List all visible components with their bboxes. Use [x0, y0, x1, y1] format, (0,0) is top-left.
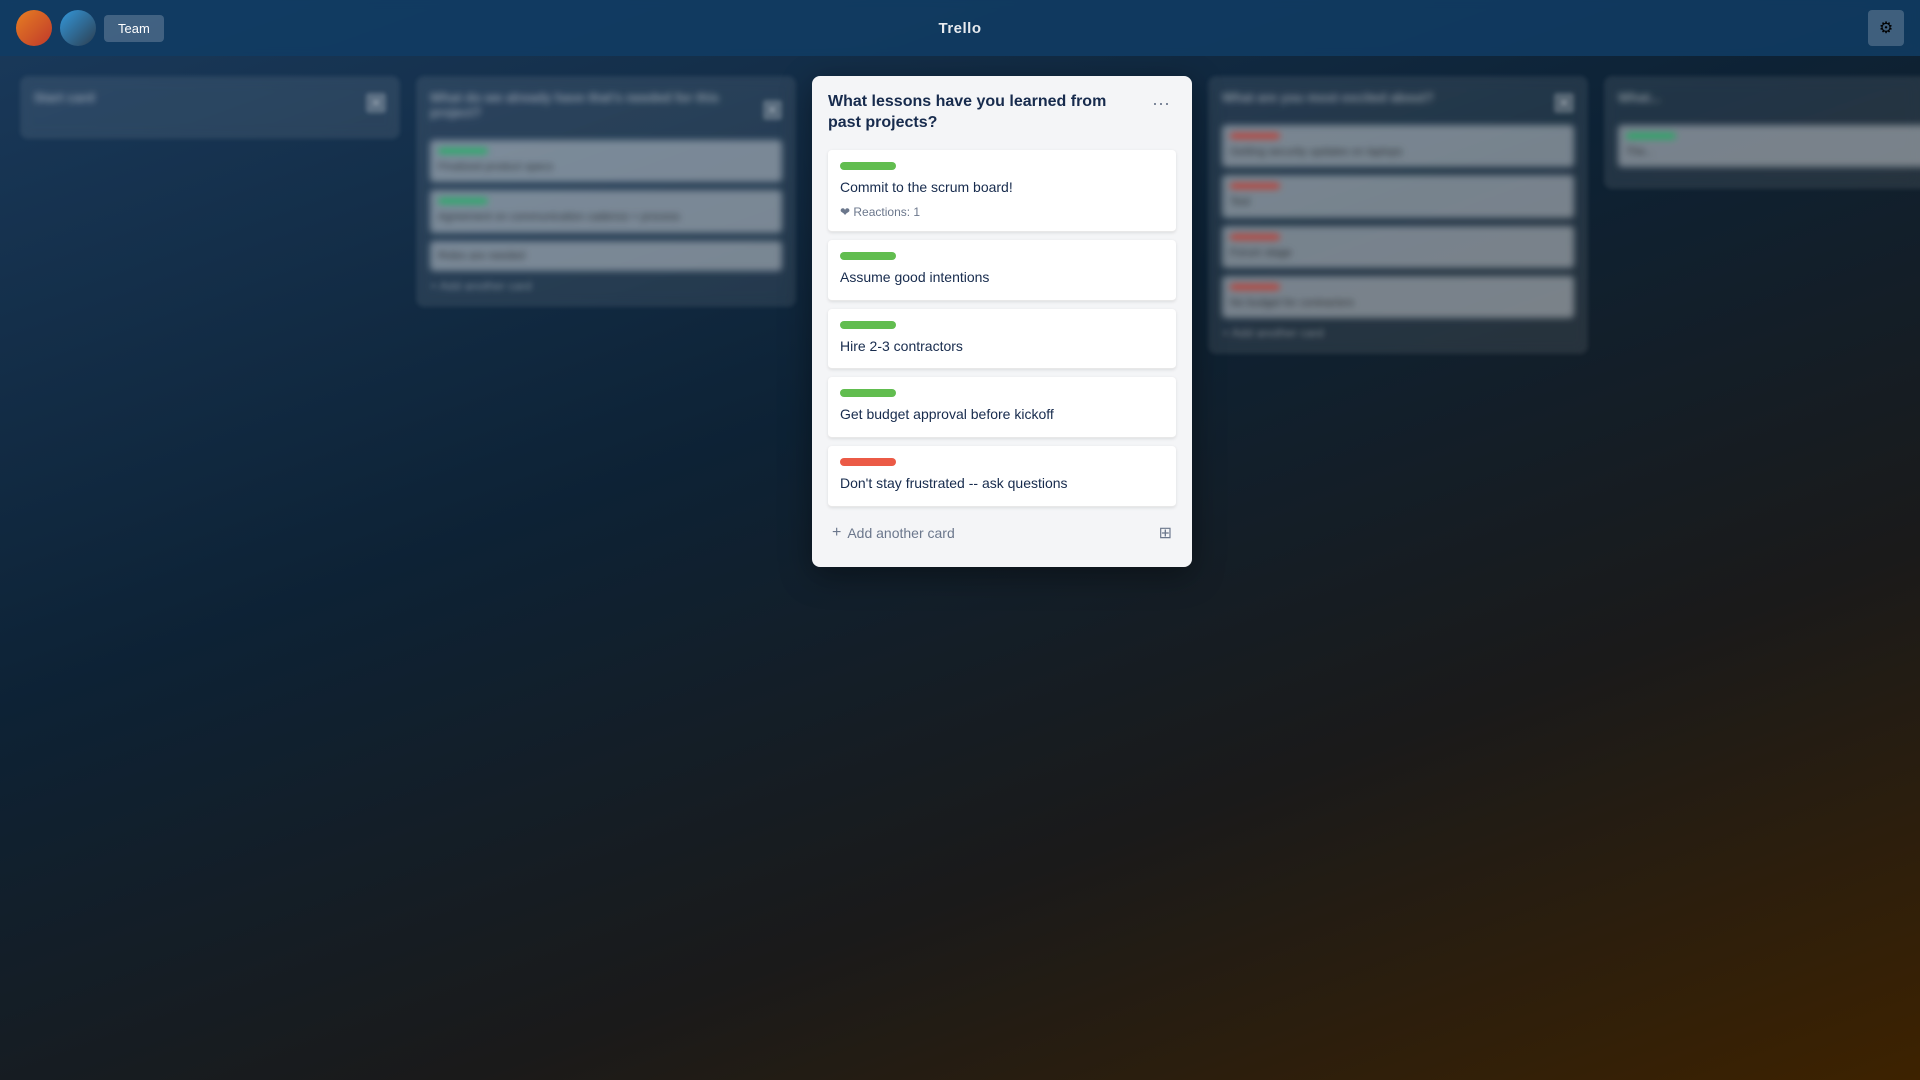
list-item: No budget for contractors: [1222, 276, 1574, 318]
right-card-4-label: [1230, 284, 1280, 290]
left-col-header: What do we already have that's needed fo…: [430, 90, 782, 130]
far-left-col-title: Start card: [34, 90, 95, 105]
left-card-2-label: [438, 198, 488, 204]
right-card-3-text: Forum stage: [1230, 246, 1566, 260]
far-right-col-header: What... ✕: [1618, 90, 1920, 115]
left-add-card: + Add another card: [430, 279, 782, 293]
right-add-card: + Add another card: [1222, 326, 1574, 340]
right-column: What are you most excited about? ✕ Getti…: [1208, 76, 1588, 354]
settings-icon: ⚙: [1879, 18, 1893, 38]
card-3-label-bar: [840, 321, 896, 329]
card-assume[interactable]: Assume good intentions: [828, 240, 1176, 301]
list-item: The...: [1618, 125, 1920, 167]
card-5-label-bar: [840, 458, 896, 466]
list-item: Forum stage: [1222, 226, 1574, 268]
left-card-3-text: Roles are needed: [438, 249, 774, 263]
card-commit[interactable]: Commit to the scrum board! ❤ Reactions: …: [828, 150, 1176, 233]
template-icon: ⊞: [1159, 523, 1172, 543]
far-left-col-header: Start card ✕: [34, 90, 386, 115]
right-col-header: What are you most excited about? ✕: [1222, 90, 1574, 115]
far-right-col-title: What...: [1618, 90, 1661, 105]
card-1-label-bar: [840, 162, 896, 170]
topbar: Team Trello ⚙: [0, 0, 1920, 56]
column-menu-button[interactable]: ···: [1146, 92, 1176, 114]
add-card-footer[interactable]: + Add another card ⊞: [828, 515, 1176, 551]
left-col-title: What do we already have that's needed fo…: [430, 90, 763, 120]
card-5-text: Don't stay frustrated -- ask questions: [840, 474, 1164, 494]
add-card-left: + Add another card: [832, 524, 955, 542]
board-area: Start card ✕ What do we already have tha…: [0, 56, 1920, 1080]
list-item: Getting security updates on laptops: [1222, 125, 1574, 167]
avatar-1: [16, 10, 52, 46]
list-item: Finalized product specs: [430, 140, 782, 182]
right-card-3-label: [1230, 234, 1280, 240]
left-column: What do we already have that's needed fo…: [416, 76, 796, 307]
settings-button[interactable]: ⚙: [1868, 10, 1904, 46]
far-left-column: Start card ✕: [20, 76, 400, 139]
card-1-reactions: ❤ Reactions: 1: [840, 205, 1164, 219]
left-card-2-text: Agreement on communication cadence + pro…: [438, 210, 774, 224]
far-right-card-1-text: The...: [1626, 145, 1920, 159]
card-2-label-bar: [840, 252, 896, 260]
left-card-1-text: Finalized product specs: [438, 160, 774, 174]
topbar-left: Team: [16, 10, 164, 46]
column-title: What lessons have you learned from past …: [828, 92, 1146, 134]
right-card-4-text: No budget for contractors: [1230, 296, 1566, 310]
main-column: What lessons have you learned from past …: [812, 76, 1192, 567]
topbar-right: ⚙: [1868, 10, 1904, 46]
team-button[interactable]: Team: [104, 15, 164, 42]
column-header: What lessons have you learned from past …: [828, 92, 1176, 134]
list-item: Roles are needed: [430, 241, 782, 271]
card-4-text: Get budget approval before kickoff: [840, 405, 1164, 425]
avatar-2: [60, 10, 96, 46]
far-right-card-1-label: [1626, 133, 1676, 139]
app-title: Trello: [938, 20, 981, 37]
add-icon: +: [832, 524, 841, 542]
left-card-1-label: [438, 148, 488, 154]
right-card-1-text: Getting security updates on laptops: [1230, 145, 1566, 159]
right-card-1-label: [1230, 133, 1280, 139]
card-4-label-bar: [840, 389, 896, 397]
card-2-text: Assume good intentions: [840, 268, 1164, 288]
far-left-close-icon: ✕: [366, 93, 386, 113]
card-1-text: Commit to the scrum board!: [840, 178, 1164, 198]
right-card-2-text: Test: [1230, 195, 1566, 209]
card-hire[interactable]: Hire 2-3 contractors: [828, 309, 1176, 370]
card-3-text: Hire 2-3 contractors: [840, 337, 1164, 357]
add-card-label: Add another card: [847, 525, 954, 541]
list-item: Agreement on communication cadence + pro…: [430, 190, 782, 232]
list-item: Test: [1222, 175, 1574, 217]
card-budget[interactable]: Get budget approval before kickoff: [828, 377, 1176, 438]
right-col-title: What are you most excited about?: [1222, 90, 1434, 105]
left-close-icon: ✕: [763, 100, 782, 120]
far-right-column: What... ✕ The...: [1604, 76, 1920, 189]
right-close-icon: ✕: [1554, 93, 1574, 113]
right-card-2-label: [1230, 183, 1280, 189]
card-frustrated[interactable]: Don't stay frustrated -- ask questions: [828, 446, 1176, 507]
